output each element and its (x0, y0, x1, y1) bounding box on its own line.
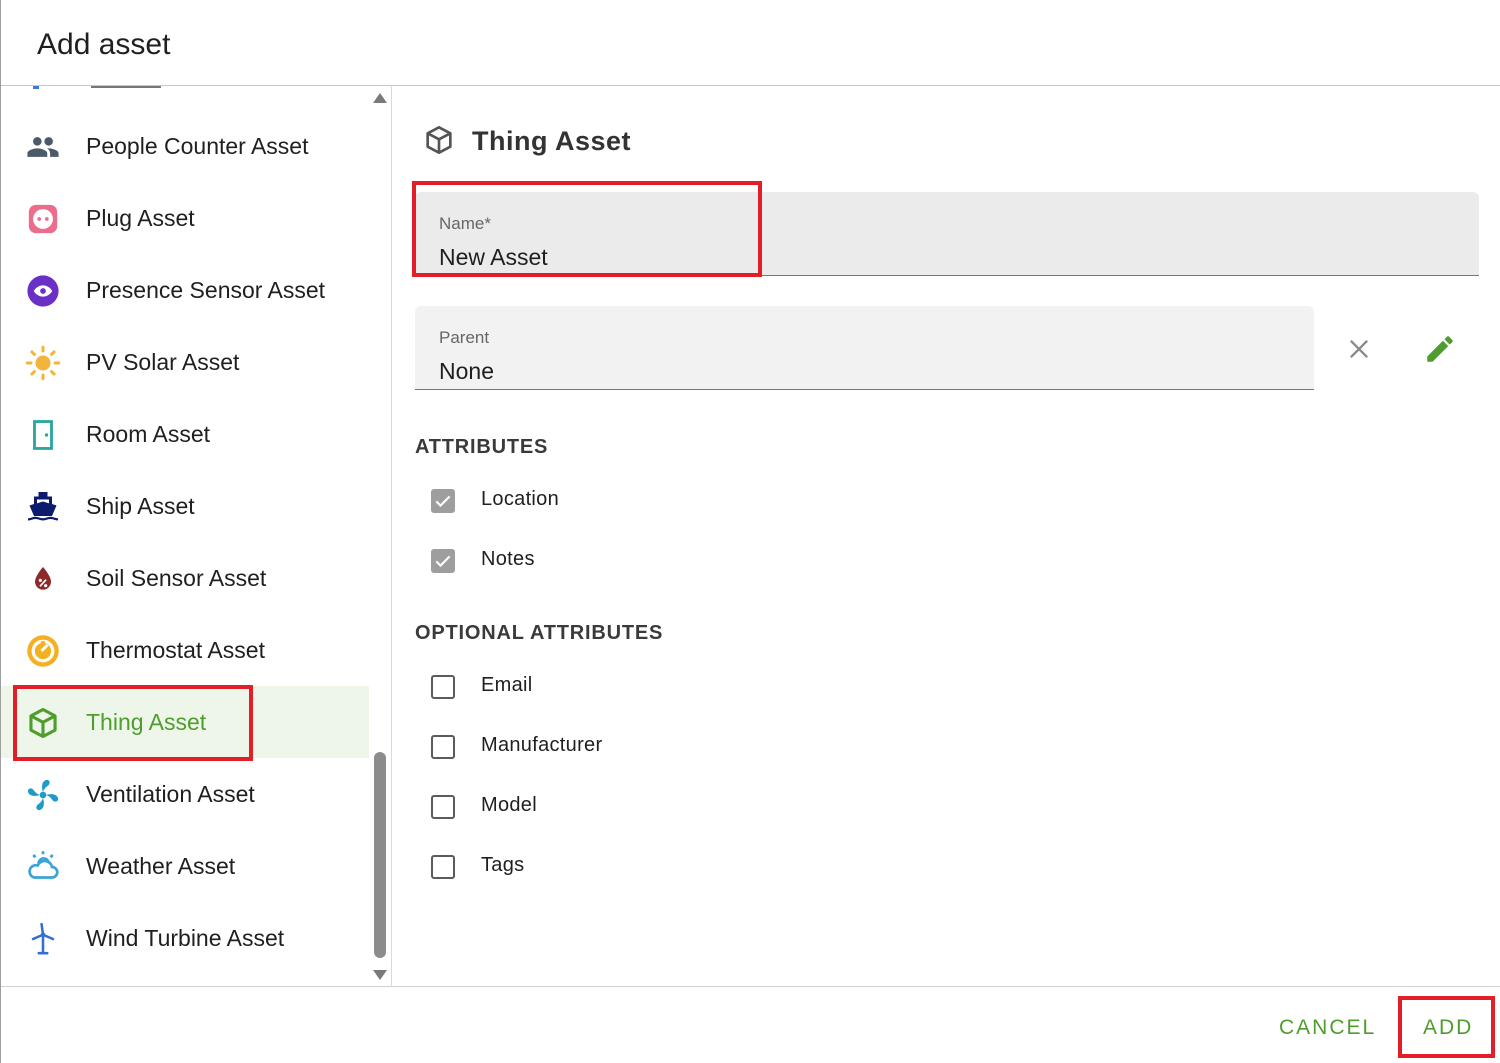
list-item-thermostat[interactable]: Thermostat Asset (1, 614, 369, 686)
list-item-wind-turbine[interactable]: Wind Turbine Asset (1, 902, 369, 974)
scroll-down-arrow[interactable] (373, 970, 387, 980)
list-item-weather[interactable]: Weather Asset (1, 830, 369, 902)
list-item-pv-solar[interactable]: PV Solar Asset (1, 326, 369, 398)
list-item-label: Soil Sensor Asset (86, 564, 267, 591)
water-percent-icon (25, 561, 61, 597)
checkbox-unchecked[interactable] (431, 795, 455, 819)
weather-icon (25, 849, 61, 885)
dialog-title: Add asset (37, 28, 171, 61)
checkbox-label: Manufacturer (481, 734, 603, 756)
list-item-label: Room Asset (86, 420, 210, 447)
sun-icon (25, 345, 61, 381)
name-input[interactable]: Name* New Asset (415, 192, 1479, 276)
parent-input[interactable]: Parent None (415, 306, 1314, 390)
list-item-label: Presence Sensor Asset (86, 276, 326, 303)
checkbox-label: Email (481, 674, 533, 696)
checkbox-unchecked[interactable] (431, 675, 455, 699)
list-item-soil-sensor[interactable]: Soil Sensor Asset (1, 542, 369, 614)
list-item-plug[interactable]: Plug Asset (1, 182, 369, 254)
checkbox-checked[interactable] (431, 549, 455, 573)
checkbox-checked[interactable] (431, 489, 455, 513)
asset-type-title: Thing Asset (472, 126, 632, 156)
people-icon (25, 129, 61, 165)
list-item-label: Plug Asset (86, 204, 195, 231)
divider (1, 986, 1500, 987)
optional-model-checkbox[interactable]: Model (431, 792, 537, 822)
scrollbar-thumb[interactable] (374, 752, 386, 958)
close-icon (1350, 340, 1368, 358)
list-item-thing[interactable]: Thing Asset (1, 686, 369, 758)
clear-parent-button[interactable] (1341, 331, 1377, 367)
checkbox-unchecked[interactable] (431, 735, 455, 759)
cube-icon (426, 126, 452, 154)
attributes-heading: ATTRIBUTES (415, 436, 549, 458)
list-item-label: PV Solar Asset (86, 348, 240, 375)
list-item-label: Thing Asset (86, 708, 207, 735)
list-item-label: Weather Asset (86, 852, 236, 879)
list-item-label: Thermostat Asset (86, 636, 265, 663)
name-value[interactable]: New Asset (439, 244, 548, 271)
checkbox-label: Model (481, 794, 537, 816)
list-item-label: Ship Asset (86, 492, 195, 519)
plug-icon (25, 201, 61, 237)
parent-label: Parent (439, 328, 490, 347)
asset-type-list[interactable]: People Counter Asset Plug Asset Presence… (1, 86, 369, 986)
list-item-people-counter[interactable]: People Counter Asset (1, 110, 369, 182)
list-item-presence-sensor[interactable]: Presence Sensor Asset (1, 254, 369, 326)
optional-tags-checkbox[interactable]: Tags (431, 852, 524, 882)
cancel-button[interactable]: CANCEL (1273, 1015, 1382, 1041)
optional-attributes-heading: OPTIONAL ATTRIBUTES (415, 622, 664, 644)
name-label: Name* (439, 214, 491, 233)
fan-icon (25, 777, 61, 813)
checkbox-unchecked[interactable] (431, 855, 455, 879)
list-item-label: Ventilation Asset (86, 780, 255, 807)
pencil-icon (1427, 336, 1453, 362)
list-item-ship[interactable]: Ship Asset (1, 470, 369, 542)
ship-icon (25, 489, 61, 525)
attribute-location-checkbox[interactable]: Location (431, 486, 559, 516)
list-item-ventilation[interactable]: Ventilation Asset (1, 758, 369, 830)
add-button[interactable]: ADD (1417, 1015, 1479, 1041)
eye-icon (25, 273, 61, 309)
cube-icon (25, 705, 61, 741)
checkbox-label: Notes (481, 548, 535, 570)
parent-value: None (439, 358, 494, 384)
door-icon (25, 417, 61, 453)
checkbox-label: Location (481, 488, 560, 510)
scroll-up-arrow[interactable] (373, 93, 387, 103)
optional-manufacturer-checkbox[interactable]: Manufacturer (431, 732, 602, 762)
list-item-room[interactable]: Room Asset (1, 398, 369, 470)
wind-turbine-icon (25, 921, 61, 957)
list-item-label: People Counter Asset (86, 132, 309, 159)
attribute-notes-checkbox[interactable]: Notes (431, 546, 534, 576)
panel-divider (391, 86, 392, 986)
list-item-label: Wind Turbine Asset (86, 924, 285, 951)
add-asset-dialog: Add asset People Counter Asset Plug Asse… (0, 0, 1500, 1063)
checkbox-label: Tags (481, 854, 525, 876)
partial-item-peek (33, 86, 161, 89)
thermostat-icon (25, 633, 61, 669)
optional-email-checkbox[interactable]: Email (431, 672, 532, 702)
edit-parent-button[interactable] (1421, 330, 1459, 368)
